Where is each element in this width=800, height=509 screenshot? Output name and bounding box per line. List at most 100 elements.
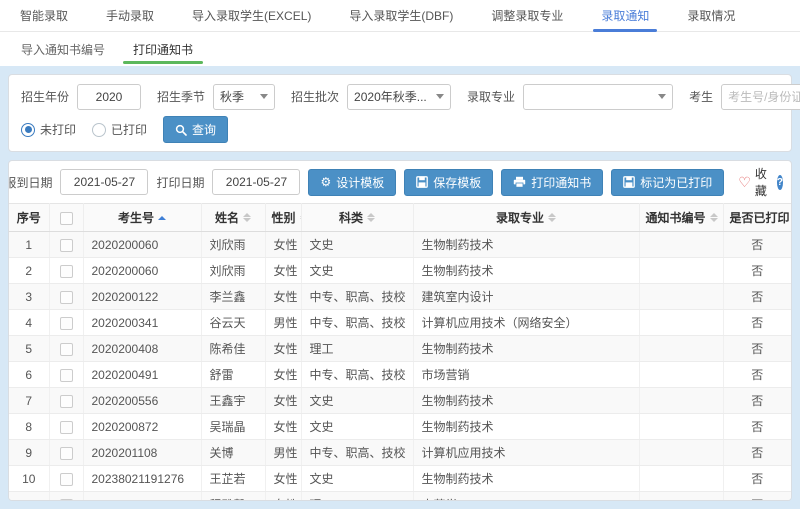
- table-header-row: 序号 考生号 姓名 性别 科类 录取专业 通知书编号 是否已打印: [9, 204, 791, 232]
- cell-candidate-no: 2020200060: [83, 258, 201, 284]
- row-checkbox[interactable]: [60, 395, 73, 408]
- cell-gender: 男性: [265, 440, 301, 466]
- row-index: 11: [9, 492, 49, 502]
- tab-print-notice[interactable]: 打印通知书: [129, 32, 197, 66]
- main-nav: 智能录取 手动录取 导入录取学生(EXCEL) 导入录取学生(DBF) 调整录取…: [0, 0, 800, 32]
- radio-printed[interactable]: [92, 123, 106, 137]
- row-checkbox-cell: [49, 336, 83, 362]
- row-index: 3: [9, 284, 49, 310]
- query-button[interactable]: 查询: [163, 116, 228, 143]
- cell-name: 王芷若: [201, 466, 265, 492]
- nav-item-import-excel[interactable]: 导入录取学生(EXCEL): [192, 0, 311, 31]
- chevron-down-icon: [260, 94, 268, 99]
- row-checkbox[interactable]: [60, 265, 73, 278]
- cell-admitted-major: 生物制药技术: [413, 232, 639, 258]
- cell-name: 吴瑞晶: [201, 414, 265, 440]
- cell-printed: 否: [723, 284, 791, 310]
- season-select-value: 秋季: [220, 88, 244, 105]
- year-label: 招生年份: [21, 88, 69, 105]
- header-printed[interactable]: 是否已打印: [723, 204, 791, 232]
- sort-icon: [243, 213, 251, 222]
- student-input[interactable]: [721, 84, 800, 110]
- row-checkbox[interactable]: [60, 239, 73, 252]
- row-checkbox[interactable]: [60, 421, 73, 434]
- cell-admitted-major: 中药学: [413, 492, 639, 502]
- cell-category: 文史: [301, 232, 413, 258]
- year-input[interactable]: [77, 84, 141, 110]
- header-admitted-major[interactable]: 录取专业: [413, 204, 639, 232]
- radio-unprinted-label[interactable]: 未打印: [40, 121, 76, 138]
- sort-icon: [710, 213, 718, 222]
- row-checkbox[interactable]: [60, 291, 73, 304]
- chevron-down-icon: [658, 94, 666, 99]
- row-checkbox[interactable]: [60, 447, 73, 460]
- cell-printed: 否: [723, 492, 791, 502]
- select-all-checkbox[interactable]: [60, 212, 73, 225]
- print-notice-button[interactable]: 打印通知书: [501, 169, 603, 196]
- row-checkbox[interactable]: [60, 499, 73, 501]
- batch-select[interactable]: 2020年秋季...: [347, 84, 451, 110]
- cell-notice-no: [639, 258, 723, 284]
- favorite-button[interactable]: ♡ 收藏: [738, 165, 767, 199]
- cell-printed: 否: [723, 388, 791, 414]
- nav-item-admission-notice[interactable]: 录取通知: [601, 0, 649, 31]
- cell-category: 文史: [301, 258, 413, 284]
- sub-nav: 导入通知书编号 打印通知书: [0, 32, 800, 66]
- mark-printed-button[interactable]: 标记为已打印: [611, 169, 724, 196]
- nav-item-admission-status[interactable]: 录取情况: [687, 0, 735, 31]
- cell-category: 中专、职高、技校: [301, 362, 413, 388]
- results-table: 序号 考生号 姓名 性别 科类 录取专业 通知书编号 是否已打印 1202020…: [9, 203, 791, 501]
- row-checkbox[interactable]: [60, 369, 73, 382]
- cell-gender: 女性: [265, 232, 301, 258]
- tab-import-notice-number[interactable]: 导入通知书编号: [17, 32, 109, 66]
- radio-unprinted[interactable]: [21, 123, 35, 137]
- table-row: 72020200556王鑫宇女性文史生物制药技术否: [9, 388, 791, 414]
- cell-notice-no: [639, 336, 723, 362]
- cell-category: 理工: [301, 492, 413, 502]
- major-select[interactable]: [523, 84, 673, 110]
- cell-gender: 男性: [265, 310, 301, 336]
- cell-notice-no: [639, 466, 723, 492]
- cell-admitted-major: 生物制药技术: [413, 388, 639, 414]
- row-checkbox-cell: [49, 362, 83, 388]
- print-date-input[interactable]: [212, 169, 300, 195]
- mark-printed-label: 标记为已打印: [640, 174, 712, 191]
- cell-candidate-no: 2020200872: [83, 414, 201, 440]
- nav-item-manual-admission[interactable]: 手动录取: [106, 0, 154, 31]
- row-checkbox[interactable]: [60, 473, 73, 486]
- cell-gender: 女性: [265, 336, 301, 362]
- table-row: 82020200872吴瑞晶女性文史生物制药技术否: [9, 414, 791, 440]
- report-date-label: 报到日期: [8, 174, 52, 191]
- help-icon[interactable]: ?: [777, 175, 783, 190]
- cell-name: 刘欣雨: [201, 232, 265, 258]
- cell-category: 文史: [301, 466, 413, 492]
- nav-item-adjust-major[interactable]: 调整录取专业: [491, 0, 563, 31]
- header-candidate-no[interactable]: 考生号: [83, 204, 201, 232]
- radio-printed-label[interactable]: 已打印: [111, 121, 147, 138]
- row-checkbox[interactable]: [60, 343, 73, 356]
- table-row: 1120238021191671程雅馨女性理工中药学否: [9, 492, 791, 502]
- row-checkbox-cell: [49, 232, 83, 258]
- cell-category: 中专、职高、技校: [301, 284, 413, 310]
- nav-item-smart-admission[interactable]: 智能录取: [20, 0, 68, 31]
- save-template-button[interactable]: 保存模板: [404, 169, 493, 196]
- report-date-input[interactable]: [60, 169, 148, 195]
- row-checkbox[interactable]: [60, 317, 73, 330]
- table-row: 62020200491舒雷女性中专、职高、技校市场营销否: [9, 362, 791, 388]
- header-gender[interactable]: 性别: [265, 204, 301, 232]
- print-notice-label: 打印通知书: [531, 174, 591, 191]
- season-select[interactable]: 秋季: [213, 84, 275, 110]
- cell-category: 中专、职高、技校: [301, 440, 413, 466]
- row-checkbox-cell: [49, 258, 83, 284]
- search-icon: [175, 124, 187, 136]
- filter-row-2: 未打印 已打印 查询: [21, 116, 779, 143]
- cell-category: 文史: [301, 414, 413, 440]
- nav-item-import-dbf[interactable]: 导入录取学生(DBF): [349, 0, 453, 31]
- cell-printed: 否: [723, 362, 791, 388]
- row-index: 9: [9, 440, 49, 466]
- design-template-button[interactable]: ⚙ 设计模板: [308, 169, 396, 196]
- header-name[interactable]: 姓名: [201, 204, 265, 232]
- header-notice-no[interactable]: 通知书编号: [639, 204, 723, 232]
- header-category[interactable]: 科类: [301, 204, 413, 232]
- row-checkbox-cell: [49, 466, 83, 492]
